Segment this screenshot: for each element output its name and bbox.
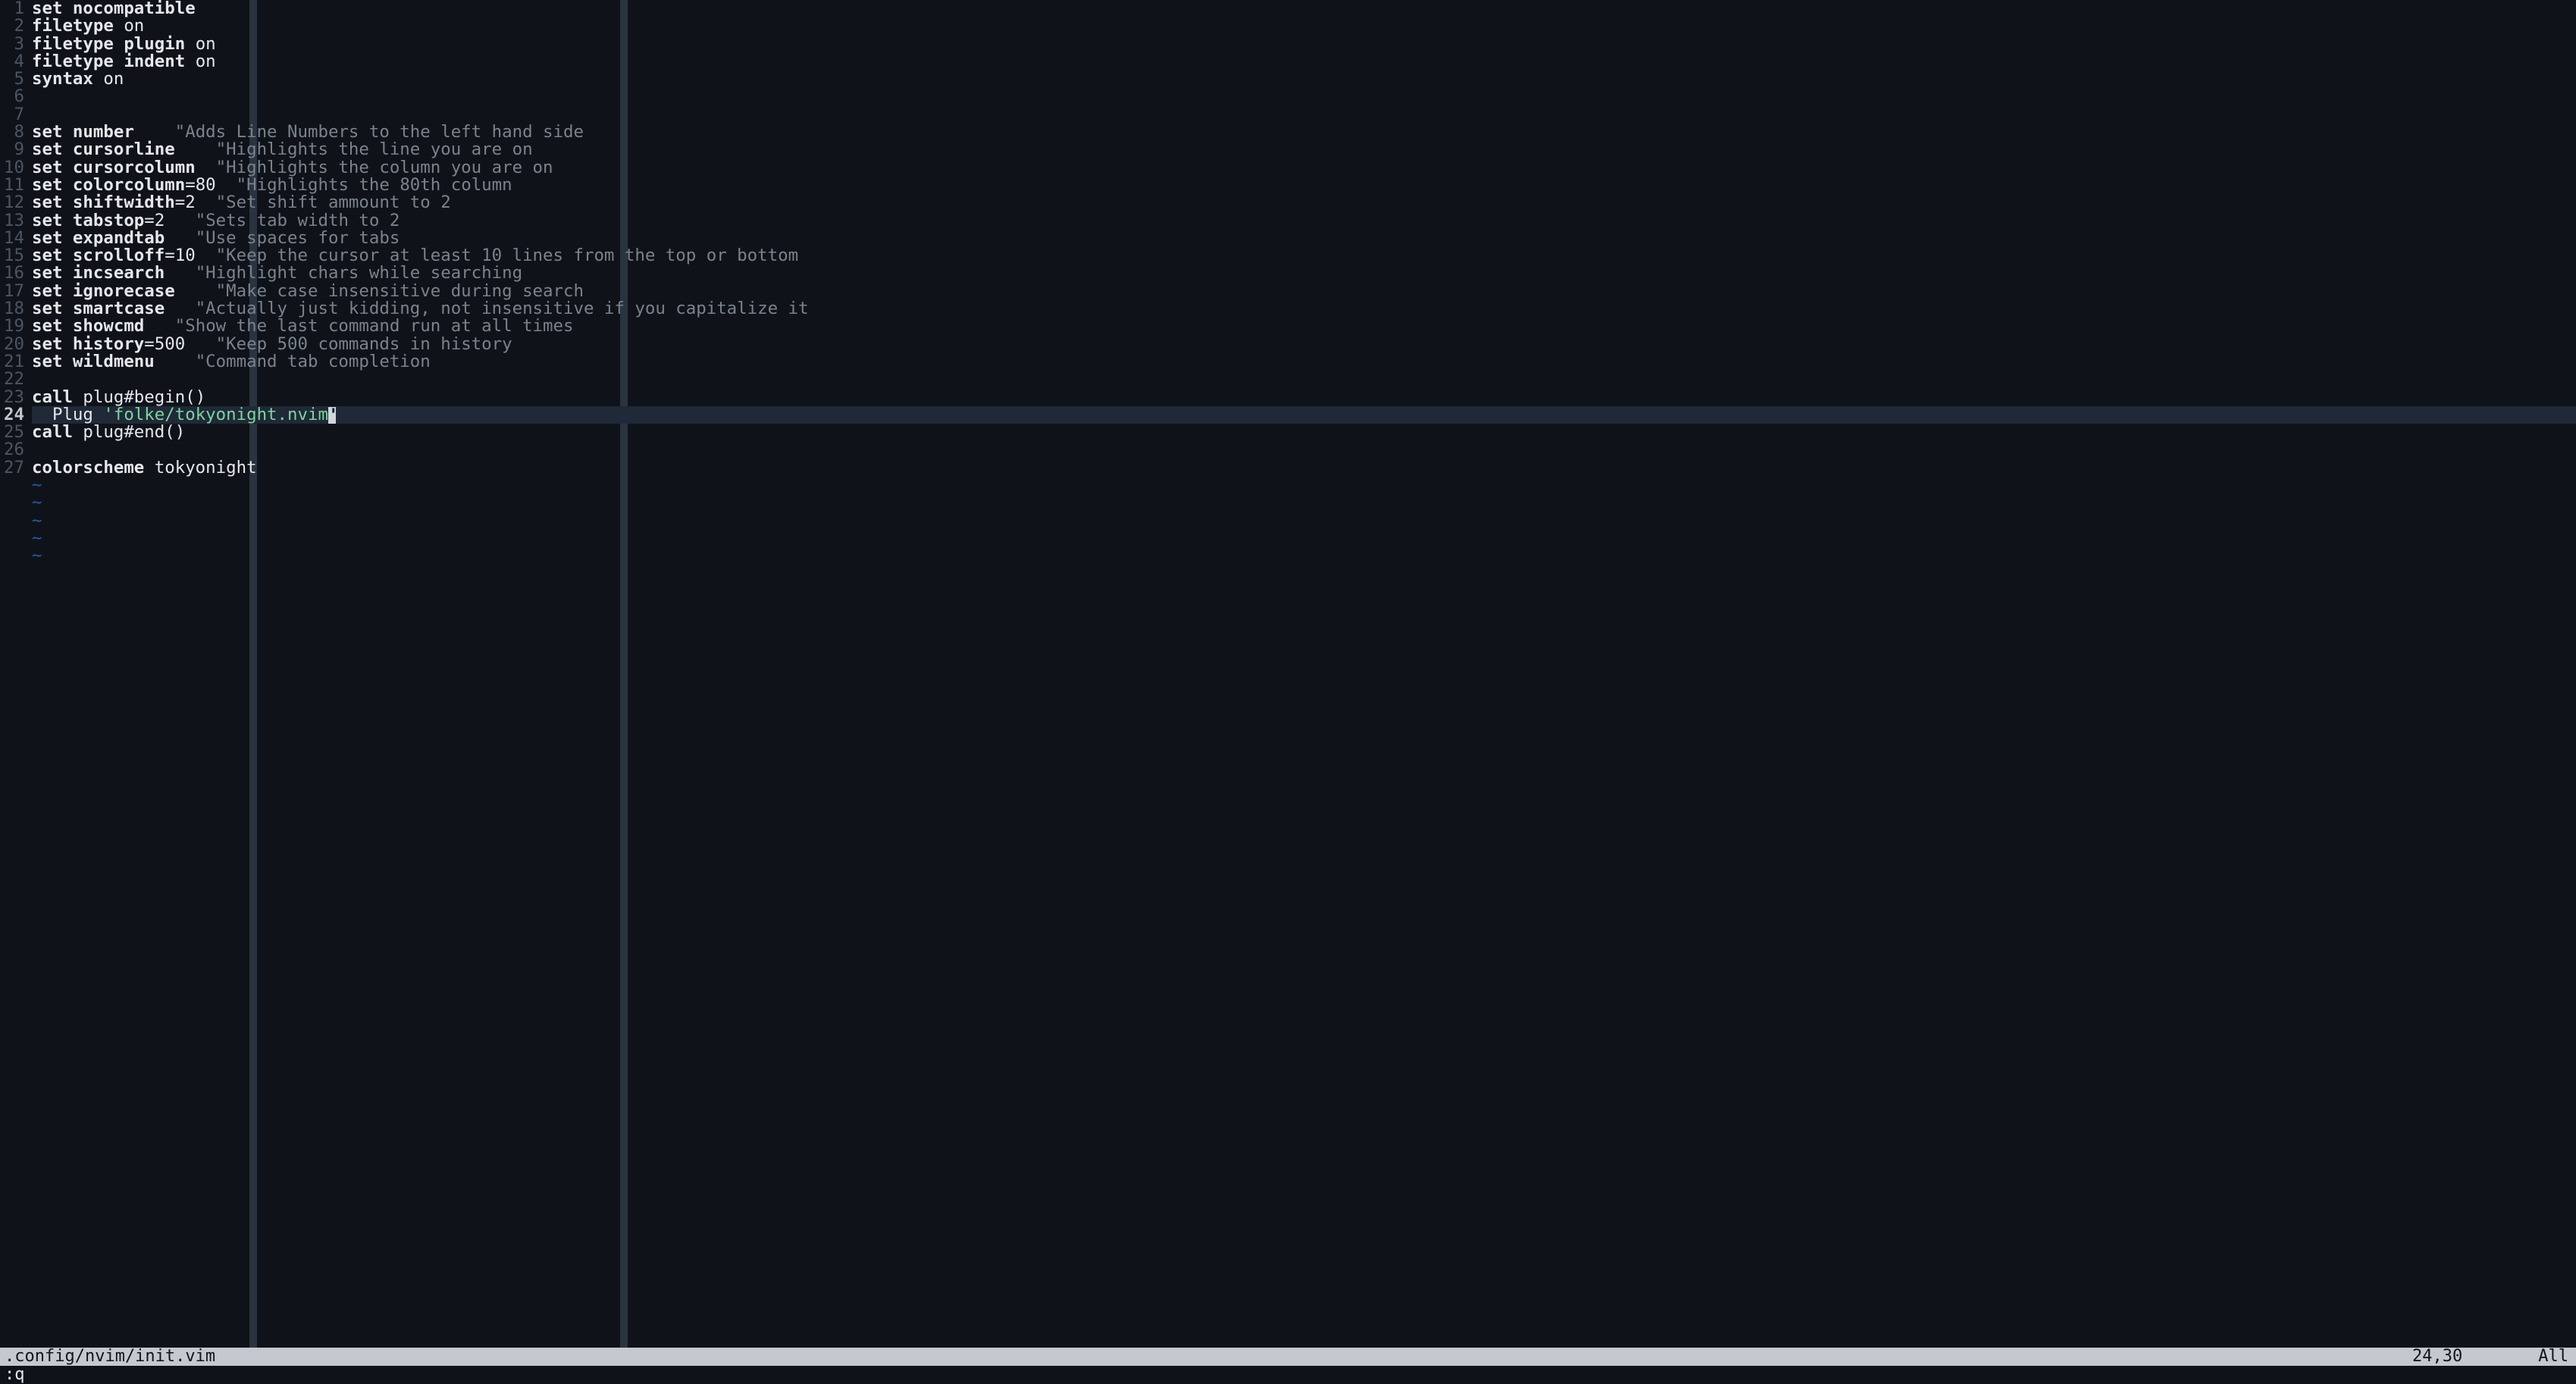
empty-line-tilde: ~ xyxy=(32,547,2576,565)
code-line[interactable]: set expandtab "Use spaces for tabs xyxy=(32,230,2576,247)
code-line[interactable]: syntax on xyxy=(32,70,2576,88)
line-number: 26 xyxy=(0,441,27,459)
line-number: 24 xyxy=(0,406,27,424)
code-line[interactable]: set cursorline "Highlights the line you … xyxy=(32,141,2576,158)
code-line[interactable]: set cursorcolumn "Highlights the column … xyxy=(32,159,2576,177)
line-number: 12 xyxy=(0,194,27,211)
code-line[interactable]: set shiftwidth=2 "Set shift ammount to 2 xyxy=(32,194,2576,211)
code-line[interactable] xyxy=(32,106,2576,124)
line-number: 14 xyxy=(0,230,27,247)
code-line[interactable]: set wildmenu "Command tab completion xyxy=(32,353,2576,371)
line-number-gutter: 1234567891011121314151617181920212223242… xyxy=(0,0,27,565)
line-number: 19 xyxy=(0,318,27,335)
line-number: 4 xyxy=(0,53,27,70)
code-line[interactable] xyxy=(32,371,2576,388)
empty-line-tilde: ~ xyxy=(32,477,2576,494)
code-line[interactable]: filetype indent on xyxy=(32,53,2576,70)
code-line[interactable]: set colorcolumn=80 "Highlights the 80th … xyxy=(32,177,2576,194)
cursor: ' xyxy=(328,407,336,424)
code-line[interactable]: set ignorecase "Make case insensitive du… xyxy=(32,283,2576,300)
line-number: 20 xyxy=(0,336,27,353)
line-number: 8 xyxy=(0,124,27,141)
command-line[interactable]: :q xyxy=(0,1366,2576,1384)
code-line[interactable]: set smartcase "Actually just kidding, no… xyxy=(32,300,2576,318)
line-number: 25 xyxy=(0,424,27,441)
code-line[interactable]: filetype plugin on xyxy=(32,36,2576,53)
code-line[interactable] xyxy=(32,88,2576,105)
code-line[interactable]: set number "Adds Line Numbers to the lef… xyxy=(32,124,2576,141)
code-line[interactable]: set showcmd "Show the last command run a… xyxy=(32,318,2576,335)
code-line[interactable]: set history=500 "Keep 500 commands in hi… xyxy=(32,336,2576,353)
line-number: 17 xyxy=(0,283,27,300)
empty-line-tilde: ~ xyxy=(32,494,2576,512)
code-line[interactable]: set incsearch "Highlight chars while sea… xyxy=(32,265,2576,282)
line-number: 5 xyxy=(0,70,27,88)
line-number: 27 xyxy=(0,459,27,477)
empty-line-tilde: ~ xyxy=(32,512,2576,530)
status-file-path: .config/nvim/init.vim xyxy=(5,1348,2412,1366)
code-line[interactable]: filetype on xyxy=(32,17,2576,35)
line-number: 10 xyxy=(0,159,27,177)
line-number: 18 xyxy=(0,300,27,318)
line-number: 23 xyxy=(0,389,27,406)
status-scroll-percent: All xyxy=(2538,1348,2568,1366)
line-number: 13 xyxy=(0,212,27,230)
code-line[interactable]: call plug#end() xyxy=(32,424,2576,441)
line-number: 9 xyxy=(0,141,27,158)
line-number: 15 xyxy=(0,247,27,265)
code-line[interactable]: Plug 'folke/tokyonight.nvim' xyxy=(32,406,2576,424)
line-number: 1 xyxy=(0,0,27,17)
line-number: 2 xyxy=(0,17,27,35)
status-cursor-position: 24,30 xyxy=(2412,1348,2462,1366)
code-area[interactable]: set nocompatiblefiletype onfiletype plug… xyxy=(32,0,2576,565)
line-number: 3 xyxy=(0,36,27,53)
empty-line-tilde: ~ xyxy=(32,530,2576,547)
code-line[interactable]: set scrolloff=10 "Keep the cursor at lea… xyxy=(32,247,2576,265)
editor-viewport[interactable]: 1234567891011121314151617181920212223242… xyxy=(0,0,2576,1348)
code-line[interactable]: set nocompatible xyxy=(32,0,2576,17)
code-line[interactable] xyxy=(32,441,2576,459)
status-bar: .config/nvim/init.vim 24,30 All xyxy=(0,1348,2576,1366)
line-number: 7 xyxy=(0,106,27,124)
code-line[interactable]: colorscheme tokyonight xyxy=(32,459,2576,477)
line-number: 21 xyxy=(0,353,27,371)
command-line-text: :q xyxy=(5,1367,25,1384)
line-number: 22 xyxy=(0,371,27,388)
line-number: 6 xyxy=(0,88,27,105)
line-number: 16 xyxy=(0,265,27,282)
line-number: 11 xyxy=(0,177,27,194)
code-line[interactable]: set tabstop=2 "Sets tab width to 2 xyxy=(32,212,2576,230)
code-line[interactable]: call plug#begin() xyxy=(32,389,2576,406)
